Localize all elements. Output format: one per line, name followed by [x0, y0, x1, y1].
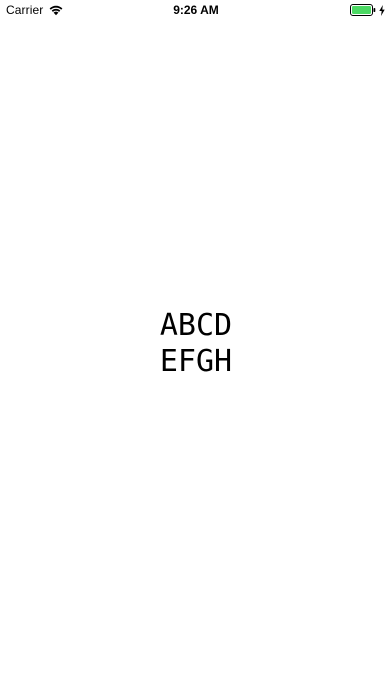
centered-text-block: ABCD EFGH [0, 308, 392, 380]
battery-group [350, 4, 385, 16]
text-line-1: ABCD [159, 308, 233, 343]
charging-bolt-icon [379, 4, 385, 16]
battery-icon [350, 4, 376, 16]
text-line-2: EFGH [159, 344, 233, 379]
status-time: 9:26 AM [173, 3, 219, 17]
status-bar: Carrier 9:26 AM [0, 0, 392, 20]
